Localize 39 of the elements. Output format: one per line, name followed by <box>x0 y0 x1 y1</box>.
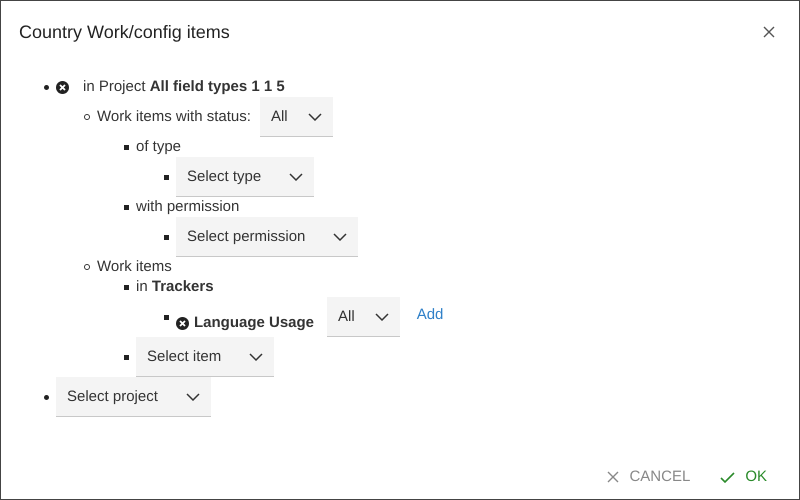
tracker-label: in Trackers <box>136 277 214 297</box>
remove-icon[interactable] <box>176 316 189 330</box>
chevron-down-icon <box>289 172 304 180</box>
close-icon <box>607 471 620 483</box>
chevron-down-icon <box>186 392 200 400</box>
bullet-icon <box>124 204 129 210</box>
add-link[interactable]: Add <box>416 305 444 325</box>
filter-label: with permission <box>136 197 240 217</box>
chevron-down-icon <box>374 312 389 320</box>
bullet-icon <box>44 84 49 90</box>
chevron-down-icon <box>333 232 348 240</box>
remove-icon[interactable] <box>56 80 69 94</box>
cancel-button[interactable]: CANCEL <box>607 466 690 488</box>
chevron-down-icon <box>308 112 322 120</box>
item-label: Language Usage <box>194 313 314 333</box>
filter-label: Work items <box>97 257 172 277</box>
filter-label: of type <box>136 137 182 157</box>
bullet-icon <box>164 314 169 320</box>
bullet-icon <box>164 234 169 240</box>
bullet-icon <box>164 174 169 180</box>
dropdown[interactable]: Select project <box>56 377 211 417</box>
dropdown[interactable]: All <box>327 297 400 337</box>
ok-button[interactable]: OK <box>720 466 767 488</box>
close-icon[interactable] <box>763 26 775 38</box>
bullet-icon <box>124 354 129 360</box>
project-label: in Project All field types 1 1 5 <box>83 77 285 97</box>
chevron-down-icon <box>249 352 264 360</box>
dropdown[interactable]: Select permission <box>176 217 358 257</box>
dropdown[interactable]: Select type <box>176 157 314 197</box>
dropdown[interactable]: Select item <box>136 337 274 377</box>
bullet-icon <box>124 284 129 290</box>
dropdown[interactable]: All <box>260 97 333 137</box>
bullet-icon <box>84 114 90 120</box>
bullet-icon <box>44 394 49 400</box>
check-icon <box>720 472 736 482</box>
bullet-icon <box>124 144 129 150</box>
dialog-title: Country Work/config items <box>19 20 230 44</box>
filter-label: Work items with status: <box>97 107 251 127</box>
bullet-icon <box>84 264 90 270</box>
